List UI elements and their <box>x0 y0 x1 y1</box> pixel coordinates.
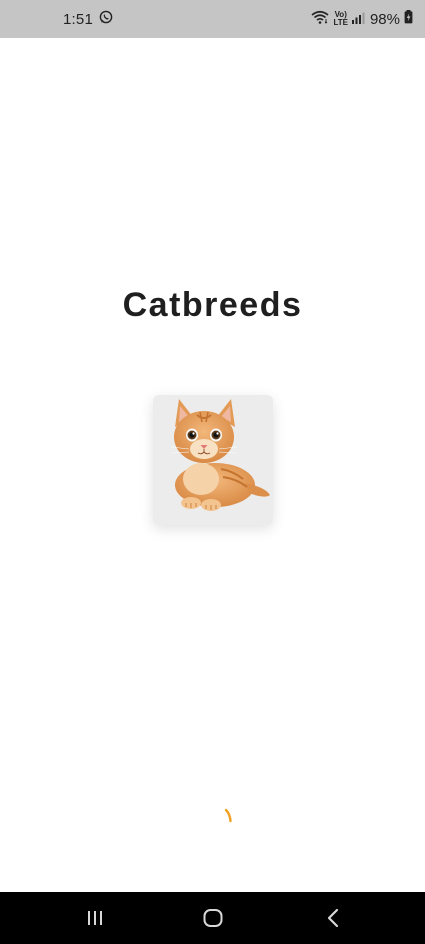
navigation-bar <box>0 892 425 944</box>
app-title: Catbreeds <box>122 286 303 324</box>
battery-icon <box>404 10 413 28</box>
loading-spinner-icon <box>224 808 234 824</box>
status-left: 1:51 <box>63 9 113 29</box>
status-time: 1:51 <box>63 10 93 28</box>
volte-indicator: Vo) LTE <box>333 11 348 27</box>
battery-percent: 98% <box>369 10 400 28</box>
volte-bottom-label: LTE <box>333 18 348 27</box>
wifi-icon <box>311 10 329 28</box>
status-bar: 1:51 Vo) LTE 98% <box>0 0 425 38</box>
whatsapp-icon <box>99 10 113 28</box>
recent-apps-icon[interactable] <box>83 906 107 930</box>
home-icon[interactable] <box>201 906 225 930</box>
cat-image <box>153 395 273 525</box>
signal-icon <box>351 11 366 28</box>
back-icon[interactable] <box>321 906 345 930</box>
status-right: Vo) LTE 98% <box>311 9 413 29</box>
